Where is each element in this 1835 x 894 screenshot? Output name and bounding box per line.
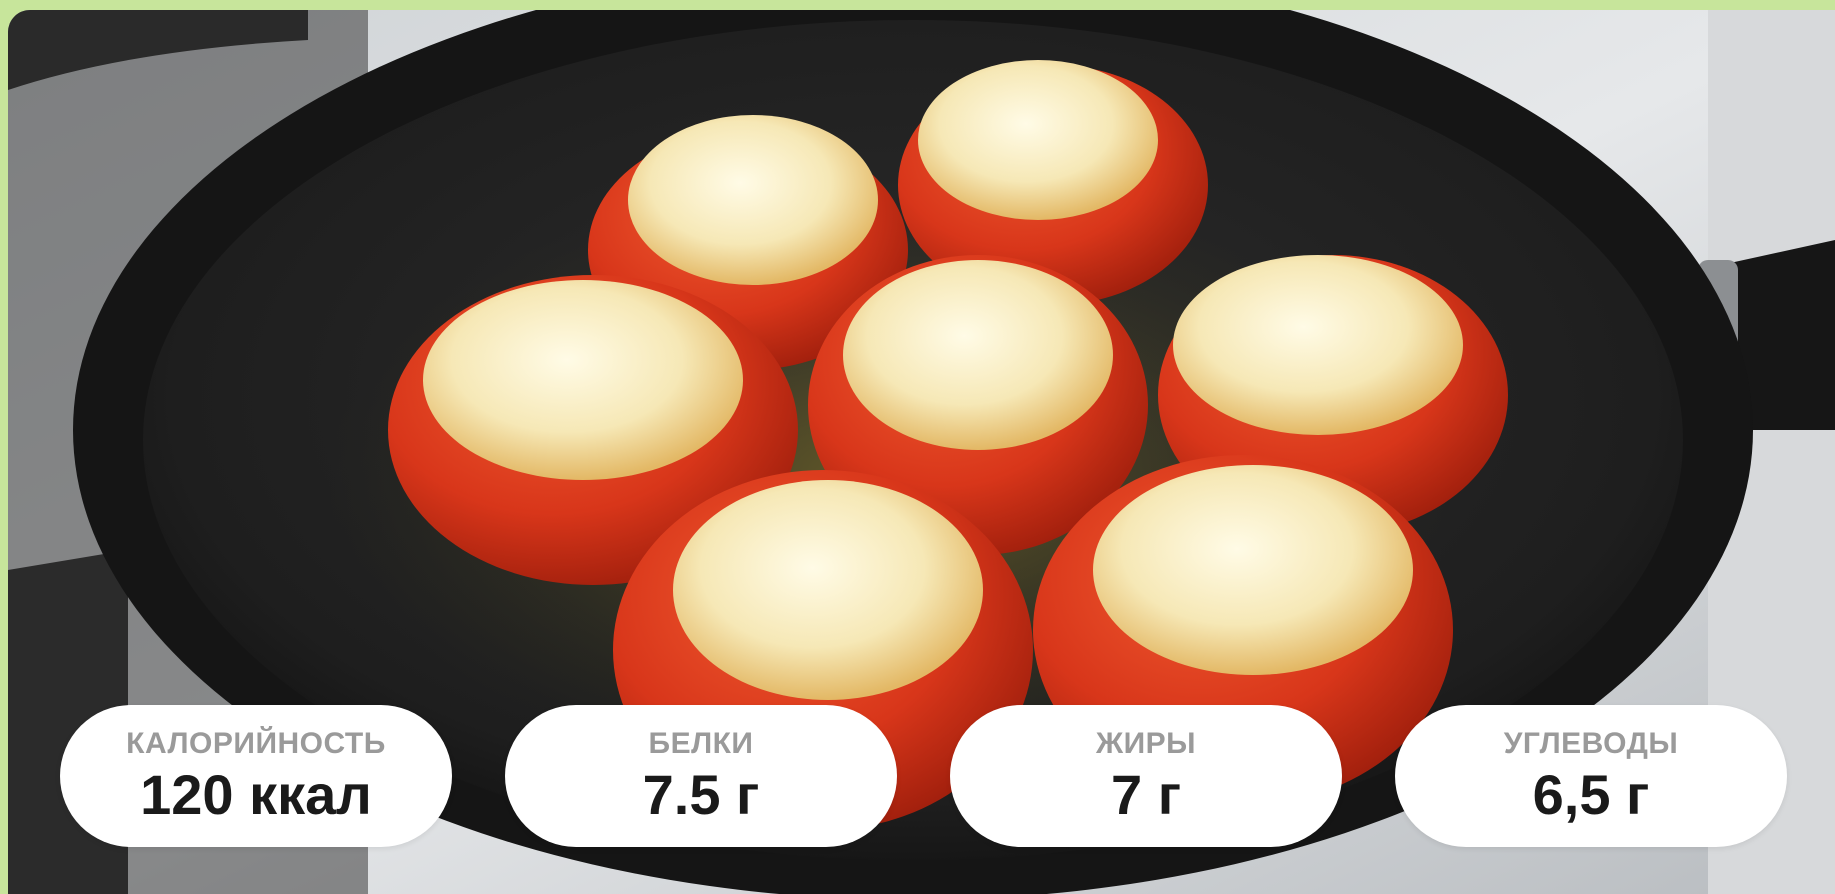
fat-value: 7 г: [1110, 763, 1182, 826]
carbs-label: УГЛЕВОДЫ: [1503, 727, 1679, 760]
photo-frame: КАЛОРИЙНОСТЬ 120 ккал БЕЛКИ 7.5 г ЖИРЫ 7…: [8, 10, 1835, 894]
fat-label: ЖИРЫ: [1095, 727, 1197, 760]
fat-card: ЖИРЫ 7 г: [950, 705, 1342, 847]
carbs-card: УГЛЕВОДЫ 6,5 г: [1395, 705, 1787, 847]
calories-card: КАЛОРИЙНОСТЬ 120 ккал: [60, 705, 452, 847]
calories-label: КАЛОРИЙНОСТЬ: [126, 727, 386, 760]
protein-label: БЕЛКИ: [648, 727, 754, 760]
protein-card: БЕЛКИ 7.5 г: [505, 705, 897, 847]
calories-value: 120 ккал: [140, 763, 372, 826]
carbs-value: 6,5 г: [1532, 763, 1650, 826]
protein-value: 7.5 г: [642, 763, 760, 826]
